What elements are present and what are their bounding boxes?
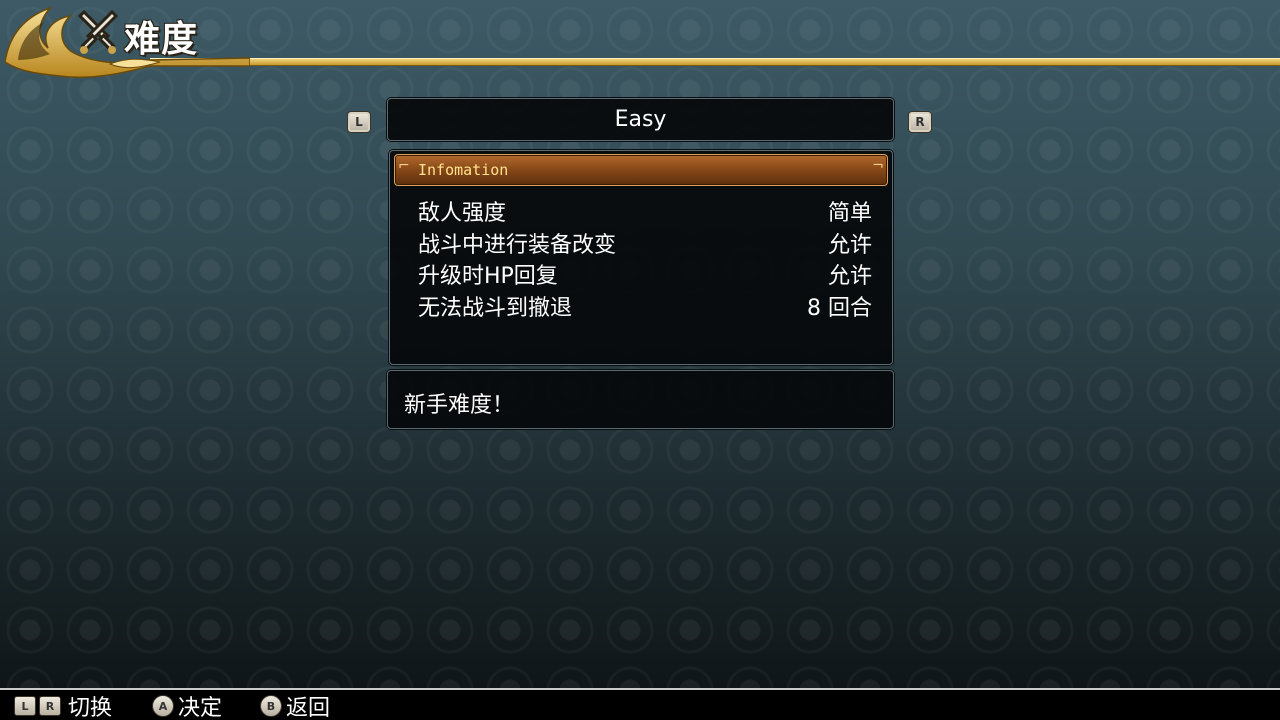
difficulty-value: Easy [614, 107, 667, 132]
right-scroll-ornament-icon: ¬ [872, 158, 884, 174]
switch-hint[interactable]: L R 切换 [14, 690, 112, 720]
info-row-label: 战斗中进行装备改变 [418, 233, 617, 258]
info-row-value: 简单 [827, 201, 872, 226]
r-button-icon: R [39, 696, 61, 716]
info-row-equipment-change: 战斗中进行装备改变 允许 [418, 227, 872, 258]
info-row-value: 允许 [827, 233, 872, 258]
b-button-icon: B [260, 695, 282, 717]
l-button-icon: L [14, 696, 36, 716]
header-gold-line [150, 58, 1280, 66]
information-panel: ⌐ Infomation ¬ 敌人强度 简单 战斗中进行装备改变 允许 升级时H… [389, 150, 893, 365]
back-hint-label: 返回 [286, 696, 331, 720]
screen-header: 难度 [0, 0, 1280, 88]
confirm-hint[interactable]: A 决定 [152, 690, 222, 720]
switch-hint-label: 切换 [68, 696, 113, 720]
info-header-bar: ⌐ Infomation ¬ [394, 154, 888, 186]
left-scroll-ornament-icon: ⌐ [398, 158, 410, 174]
prev-difficulty-button[interactable]: L [347, 111, 371, 133]
control-hints-bar: L R 切换 A 决定 B 返回 [0, 688, 1280, 720]
crossed-swords-icon [77, 9, 119, 54]
page-title: 难度 [124, 19, 199, 60]
info-row-value: 允许 [827, 264, 872, 289]
info-row-label: 升级时HP回复 [418, 264, 558, 289]
info-row-enemy-strength: 敌人强度 简单 [418, 195, 872, 226]
description-panel: 新手难度！ [387, 370, 894, 429]
back-hint[interactable]: B 返回 [260, 690, 330, 720]
info-row-value: 8 回合 [807, 296, 872, 321]
difficulty-selector[interactable]: Easy [387, 98, 894, 141]
confirm-hint-label: 决定 [178, 696, 223, 720]
info-row-retreat-turns: 无法战斗到撤退 8 回合 [418, 290, 872, 321]
next-difficulty-button[interactable]: R [908, 111, 932, 133]
a-button-icon: A [152, 695, 174, 717]
description-text: 新手难度！ [404, 393, 515, 418]
info-row-label: 无法战斗到撤退 [418, 296, 573, 321]
info-row-levelup-hp-recovery: 升级时HP回复 允许 [418, 258, 872, 289]
info-row-label: 敌人强度 [418, 201, 507, 226]
info-header-label: Infomation [418, 161, 509, 179]
